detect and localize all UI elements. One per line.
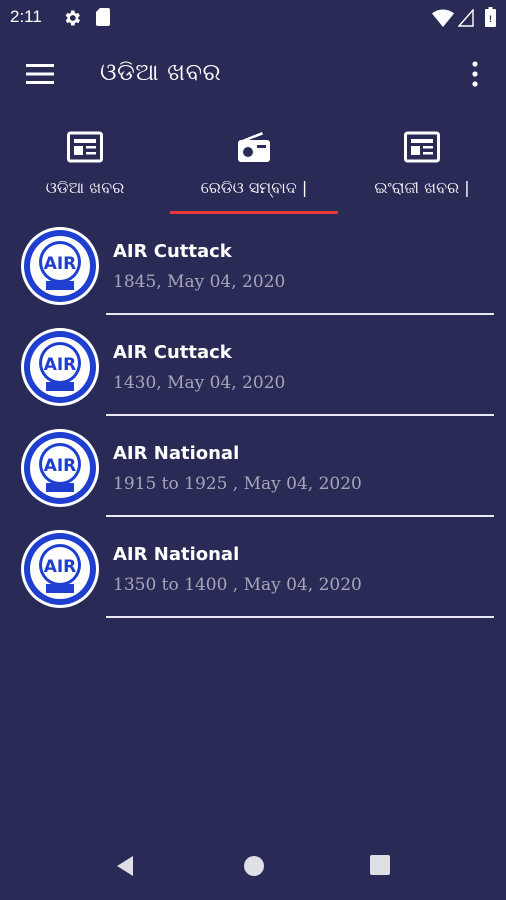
wifi-icon [432, 9, 454, 27]
svg-text:AIR: AIR [44, 254, 77, 274]
air-logo-icon: AIR [21, 328, 99, 406]
divider [106, 313, 494, 315]
sd-card-icon [96, 8, 110, 26]
status-bar: 2:11 ! [0, 0, 506, 36]
list-item[interactable]: AIR AIR National 1350 to 1400 , May 04, … [0, 519, 506, 620]
item-subtitle: 1915 to 1925 , May 04, 2020 [113, 474, 362, 494]
back-icon[interactable] [113, 854, 137, 878]
app-bar: ଓଡିଆ ଖବର [0, 36, 506, 112]
item-subtitle: 1845, May 04, 2020 [113, 272, 286, 292]
radio-icon [238, 132, 270, 162]
tab-odia-news[interactable]: ଓଡିଆ ଖବର [0, 112, 170, 216]
tab-label: ଓଡିଆ ଖବର [45, 178, 125, 197]
list-item[interactable]: AIR AIR National 1915 to 1925 , May 04, … [0, 418, 506, 519]
divider [106, 616, 494, 618]
app-title: ଓଡିଆ ଖବର [100, 58, 222, 86]
air-logo-icon: AIR [21, 227, 99, 305]
menu-icon[interactable] [26, 63, 54, 85]
tab-radio-news[interactable]: ରେଡିଓ ସମ୍ବାଦ | [170, 112, 338, 216]
tab-indicator [170, 211, 338, 214]
recents-icon[interactable] [369, 854, 391, 876]
list-item[interactable]: AIR AIR Cuttack 1430, May 04, 2020 [0, 317, 506, 418]
item-subtitle: 1430, May 04, 2020 [113, 373, 286, 393]
item-subtitle: 1350 to 1400 , May 04, 2020 [113, 575, 362, 595]
item-title: AIR Cuttack [113, 241, 232, 262]
status-time: 2:11 [10, 7, 42, 26]
tab-bar: ଓଡିଆ ଖବର ରେଡିଓ ସମ୍ବାଦ | ଇଂରାଜୀ ଖବର | [0, 112, 506, 216]
home-icon[interactable] [242, 854, 266, 878]
air-logo-icon: AIR [21, 429, 99, 507]
signal-icon [458, 9, 474, 27]
divider [106, 414, 494, 416]
svg-text:AIR: AIR [44, 355, 77, 375]
system-nav-bar [0, 830, 506, 900]
divider [106, 515, 494, 517]
svg-text:!: ! [489, 14, 492, 24]
battery-icon: ! [485, 7, 496, 27]
gear-icon [65, 10, 80, 26]
svg-text:AIR: AIR [44, 557, 77, 577]
air-logo-icon: AIR [21, 530, 99, 608]
list-item[interactable]: AIR AIR Cuttack 1845, May 04, 2020 [0, 216, 506, 317]
svg-text:AIR: AIR [44, 456, 77, 476]
item-title: AIR National [113, 443, 240, 464]
newspaper-icon [67, 131, 103, 163]
tab-english-news[interactable]: ଇଂରାଜୀ ଖବର | [338, 112, 506, 216]
item-title: AIR National [113, 544, 240, 565]
tab-label: ଇଂରାଜୀ ଖବର | [374, 178, 470, 197]
more-vert-icon[interactable] [466, 60, 484, 88]
item-title: AIR Cuttack [113, 342, 232, 363]
tab-label: ରେଡିଓ ସମ୍ବାଦ | [200, 178, 308, 197]
newspaper-icon [404, 131, 440, 163]
